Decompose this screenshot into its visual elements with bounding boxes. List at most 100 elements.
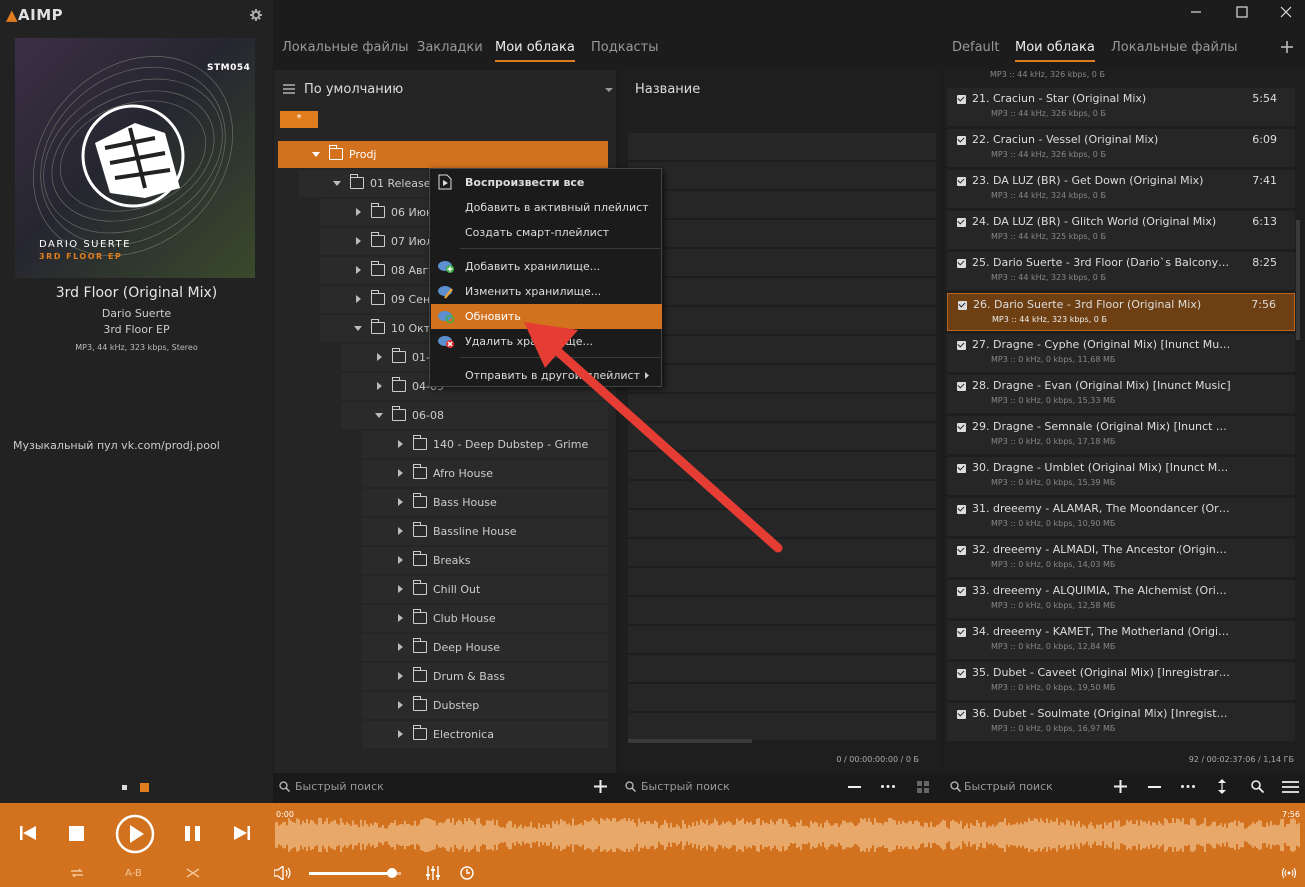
remove-icon[interactable]: [1148, 786, 1161, 788]
track-row-empty[interactable]: [628, 220, 936, 247]
tree-item[interactable]: Chill Out: [362, 576, 608, 603]
playlist-track[interactable]: 22. Craciun - Vessel (Original Mix) 6:09 M…: [947, 129, 1295, 167]
menu-item-play-all[interactable]: Воспроизвести все: [431, 170, 662, 195]
playlist-track[interactable]: 33. dreeemy - ALQUIMIA, The Alchemist (O…: [947, 580, 1295, 618]
tree-item[interactable]: Club House: [362, 605, 608, 632]
playlist-track[interactable]: 34. dreeemy - KAMET, The Motherland (Ori…: [947, 621, 1295, 659]
search-input-playlist[interactable]: Быстрый поиск: [964, 780, 1053, 793]
track-row-empty[interactable]: [628, 539, 936, 566]
chevron-right-icon[interactable]: [398, 701, 403, 709]
playlist-track[interactable]: 25. Dario Suerte - 3rd Floor (Dario`s Ba…: [947, 252, 1295, 290]
menu-item-add-to-active[interactable]: Добавить в активный плейлист: [431, 195, 662, 220]
tree-item[interactable]: Dubstep: [362, 692, 608, 719]
equalizer-icon[interactable]: [426, 866, 440, 880]
track-checkbox[interactable]: [957, 505, 966, 514]
tab-bookmarks[interactable]: Закладки: [417, 40, 483, 55]
playlist-track[interactable]: 29. Dragne - Semnale (Original Mix) [Inu…: [947, 416, 1295, 454]
tree-item[interactable]: Afro House: [362, 460, 608, 487]
hamburger-icon[interactable]: [283, 84, 295, 94]
playlist-track[interactable]: 30. Dragne - Umblet (Original Mix) [Inun…: [947, 457, 1295, 495]
volume-slider[interactable]: [309, 868, 401, 878]
menu-item-add-storage[interactable]: Добавить хранилище...: [431, 254, 662, 279]
track-row-empty[interactable]: [628, 307, 936, 334]
remove-icon[interactable]: [848, 786, 861, 788]
play-button[interactable]: [115, 814, 155, 854]
repeat-icon[interactable]: [70, 867, 84, 879]
track-row-empty[interactable]: [628, 249, 936, 276]
tree-item[interactable]: Deep House: [362, 634, 608, 661]
chevron-right-icon[interactable]: [398, 556, 403, 564]
pause-icon[interactable]: [185, 826, 201, 841]
tree-preset-title[interactable]: По умолчанию: [304, 82, 403, 97]
horizontal-scrollbar[interactable]: [628, 739, 752, 743]
track-checkbox[interactable]: [957, 382, 966, 391]
previous-track-icon[interactable]: [20, 826, 36, 840]
playlist-track[interactable]: 32. dreeemy - ALMADI, The Ancestor (Orig…: [947, 539, 1295, 577]
chevron-right-icon[interactable]: [356, 237, 361, 245]
playlist-track[interactable]: 31. dreeemy - ALAMAR, The Moondancer (Or…: [947, 498, 1295, 536]
tree-item[interactable]: Bassline House: [362, 518, 608, 545]
minimize-icon[interactable]: [1190, 6, 1202, 18]
chevron-right-icon[interactable]: [356, 208, 361, 216]
volume-icon[interactable]: [274, 866, 291, 880]
track-checkbox[interactable]: [958, 301, 967, 310]
chevron-right-icon[interactable]: [398, 614, 403, 622]
playlist-track[interactable]: 28. Dragne - Evan (Original Mix) [Inunct…: [947, 375, 1295, 413]
track-row-empty[interactable]: [628, 278, 936, 305]
chevron-right-icon[interactable]: [398, 643, 403, 651]
page-indicator-dot[interactable]: [122, 785, 127, 790]
chevron-right-icon[interactable]: [398, 672, 403, 680]
tab-playlist-local-files[interactable]: Локальные файлы: [1111, 40, 1238, 55]
playlist-search-icon[interactable]: [1251, 780, 1264, 793]
chevron-right-icon[interactable]: [398, 730, 403, 738]
track-row-empty[interactable]: [628, 626, 936, 653]
tree-item[interactable]: Breaks: [362, 547, 608, 574]
vertical-scrollbar[interactable]: [1296, 220, 1300, 340]
shuffle-icon[interactable]: [186, 867, 200, 879]
more-icon[interactable]: [1181, 785, 1195, 788]
track-checkbox[interactable]: [957, 464, 966, 473]
tab-playlist-my-clouds[interactable]: Мои облака: [1015, 40, 1095, 62]
playlist-track[interactable]: 27. Dragne - Cyphe (Original Mix) [Inunc…: [947, 334, 1295, 372]
tab-playlist-default[interactable]: Default: [952, 40, 1000, 55]
track-checkbox[interactable]: [957, 136, 966, 145]
filter-all-button[interactable]: *: [280, 111, 318, 128]
chevron-right-icon[interactable]: [356, 266, 361, 274]
search-input-library[interactable]: Быстрый поиск: [295, 780, 384, 793]
search-input-tracks[interactable]: Быстрый поиск: [641, 780, 730, 793]
track-checkbox[interactable]: [957, 669, 966, 678]
track-checkbox[interactable]: [957, 546, 966, 555]
chevron-down-icon[interactable]: [312, 152, 320, 157]
playlist-track[interactable]: 21. Craciun - Star (Original Mix) 5:54 MP3…: [947, 88, 1295, 126]
tree-item[interactable]: Electronica: [362, 721, 608, 748]
chevron-right-icon[interactable]: [398, 469, 403, 477]
close-icon[interactable]: [1280, 6, 1292, 18]
add-icon[interactable]: [594, 780, 607, 793]
chevron-right-icon[interactable]: [398, 585, 403, 593]
track-row-empty[interactable]: [628, 336, 936, 363]
chevron-down-icon[interactable]: [375, 413, 383, 418]
menu-item-remove-storage[interactable]: Удалить хранилище...: [431, 329, 662, 354]
tab-my-clouds[interactable]: Мои облака: [495, 40, 575, 62]
track-checkbox[interactable]: [957, 423, 966, 432]
track-row-empty[interactable]: [628, 191, 936, 218]
track-row-empty[interactable]: [628, 481, 936, 508]
add-playlist-icon[interactable]: [1280, 40, 1294, 54]
column-header-title[interactable]: Название: [635, 82, 700, 97]
track-row-empty[interactable]: [628, 423, 936, 450]
track-checkbox[interactable]: [957, 587, 966, 596]
tree-item[interactable]: Drum & Bass: [362, 663, 608, 690]
track-row-empty[interactable]: [628, 597, 936, 624]
track-checkbox[interactable]: [957, 259, 966, 268]
tree-item[interactable]: 140 - Deep Dubstep - Grime: [362, 431, 608, 458]
track-checkbox[interactable]: [957, 628, 966, 637]
more-icon[interactable]: [881, 785, 895, 788]
gear-icon[interactable]: [250, 9, 262, 21]
playlist-track[interactable]: 26. Dario Suerte - 3rd Floor (Original M…: [947, 293, 1295, 331]
track-row-empty[interactable]: [628, 655, 936, 682]
tab-local-files[interactable]: Локальные файлы: [282, 40, 409, 55]
playlist-track[interactable]: 36. Dubet - Soulmate (Original Mix) [Inr…: [947, 703, 1295, 741]
track-checkbox[interactable]: [957, 710, 966, 719]
menu-item-edit-storage[interactable]: Изменить хранилище...: [431, 279, 662, 304]
playlist-track[interactable]: 23. DA LUZ (BR) - Get Down (Original Mix…: [947, 170, 1295, 208]
